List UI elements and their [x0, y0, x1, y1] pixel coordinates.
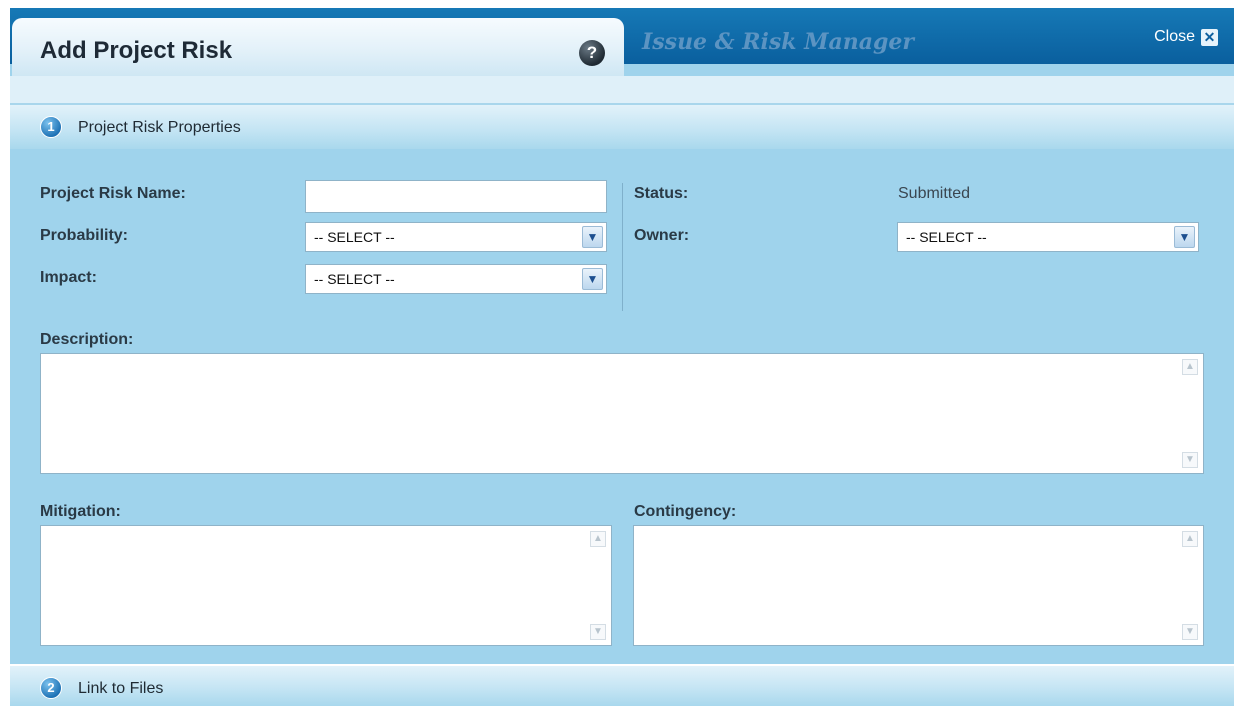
scroll-down-icon[interactable]: ▼ [1182, 452, 1198, 468]
owner-selected-value: -- SELECT -- [906, 229, 987, 245]
title-tab: Add Project Risk ? [12, 18, 624, 76]
section-title: Link to Files [78, 680, 164, 697]
impact-label: Impact: [40, 269, 97, 286]
contingency-label: Contingency: [634, 503, 737, 520]
project-risk-name-label: Project Risk Name: [40, 185, 186, 202]
status-value: Submitted [898, 185, 971, 202]
section-header-properties[interactable]: 1 Project Risk Properties [10, 105, 1234, 149]
section-header-link-to-files[interactable]: 2 Link to Files [10, 664, 1234, 706]
scroll-up-icon[interactable]: ▲ [1182, 359, 1198, 375]
probability-label: Probability: [40, 227, 129, 244]
impact-selected-value: -- SELECT -- [314, 271, 395, 287]
column-divider [622, 183, 623, 311]
scroll-up-icon[interactable]: ▲ [1182, 531, 1198, 547]
chevron-down-icon[interactable]: ▼ [582, 226, 603, 248]
close-icon[interactable]: ✕ [1201, 28, 1218, 46]
header-strip [10, 76, 1234, 104]
add-project-risk-dialog: Add Project Risk ? Issue & Risk Manager … [10, 8, 1234, 706]
dialog-header: Add Project Risk ? Issue & Risk Manager … [10, 8, 1234, 76]
contingency-textarea[interactable]: ▲ ▼ [633, 525, 1204, 646]
mitigation-textarea[interactable]: ▲ ▼ [40, 525, 612, 646]
mitigation-label: Mitigation: [40, 503, 121, 520]
chevron-down-icon[interactable]: ▼ [582, 268, 603, 290]
description-textarea[interactable]: ▲ ▼ [40, 353, 1204, 474]
section-title: Project Risk Properties [78, 119, 241, 136]
scroll-up-icon[interactable]: ▲ [590, 531, 606, 547]
impact-select[interactable]: -- SELECT -- ▼ [305, 264, 607, 294]
probability-selected-value: -- SELECT -- [314, 229, 395, 245]
project-risk-name-input[interactable] [305, 180, 607, 213]
owner-label: Owner: [634, 227, 690, 244]
probability-select[interactable]: -- SELECT -- ▼ [305, 222, 607, 252]
close-label: Close [1154, 28, 1195, 45]
status-label: Status: [634, 185, 689, 202]
close-button[interactable]: Close ✕ [1154, 28, 1218, 46]
scroll-down-icon[interactable]: ▼ [590, 624, 606, 640]
help-icon[interactable]: ? [579, 40, 605, 66]
scroll-down-icon[interactable]: ▼ [1182, 624, 1198, 640]
description-label: Description: [40, 331, 134, 348]
owner-select[interactable]: -- SELECT -- ▼ [897, 222, 1199, 252]
chevron-down-icon[interactable]: ▼ [1174, 226, 1195, 248]
section-number-icon: 2 [40, 677, 62, 699]
app-name: Issue & Risk Manager [642, 29, 914, 55]
section-number-icon: 1 [40, 116, 62, 138]
dialog-title: Add Project Risk [40, 37, 233, 64]
